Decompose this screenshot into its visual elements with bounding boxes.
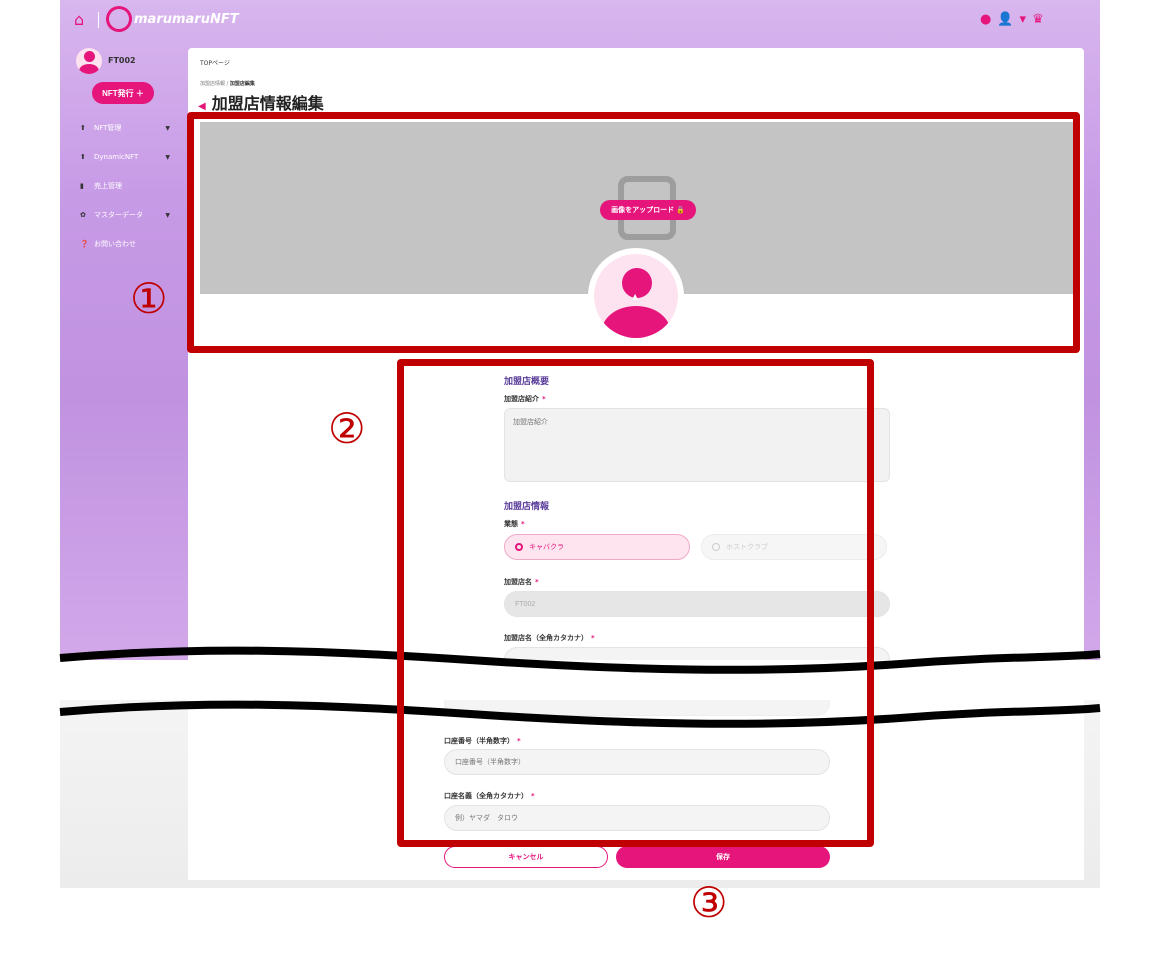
bell-icon[interactable]: ● [980,12,991,27]
sidebar-item-label: マスターデータ [94,211,143,219]
sidebar-item-contact[interactable]: ❓ お問い合わせ [80,237,170,251]
callout-number-3: ③ [690,878,728,927]
user-name: FT002 [108,56,136,65]
sidebar-item-nft[interactable]: ⬆ NFT管理 ▼ [80,121,170,135]
sidebar-item-dynamic-nft[interactable]: ⬆ DynamicNFT ▼ [80,150,170,164]
sidebar-item-label: お問い合わせ [94,240,136,248]
nft-issue-button[interactable]: NFT発行 ＋ [92,82,154,104]
user-icon[interactable]: 👤 [997,12,1013,27]
logo[interactable]: marumaruNFT [102,2,239,36]
cart-icon[interactable]: ♛ [1032,12,1044,27]
sidebar-item-label: DynamicNFT [94,153,139,161]
page-title: ◀ 加盟店情報編集 [198,90,324,114]
breadcrumb-item[interactable]: 加盟店情報 [200,81,225,87]
sidebar-item-label: NFT管理 [94,124,122,132]
chevron-down-icon: ▼ [165,211,170,219]
breadcrumb: 加盟店情報 / 加盟店編集 [200,81,255,87]
logo-text: marumaruNFT [134,11,239,27]
callout-frame-2 [397,359,874,847]
help-icon: ❓ [80,240,89,248]
pin-icon: ⬆ [80,153,86,161]
header-divider [98,12,99,28]
home-icon[interactable]: ⌂ [74,12,92,28]
pin-icon: ⬆ [80,124,86,132]
callout-number-2: ② [328,404,366,453]
page-title-text: 加盟店情報編集 [211,94,324,113]
back-arrow-icon[interactable]: ◀ [198,101,206,112]
callout-frame-1 [187,112,1080,353]
sidebar-item-master-data[interactable]: ✿ マスターデータ ▼ [80,208,170,222]
avatar[interactable] [76,48,102,74]
breadcrumb-item-current: 加盟店編集 [229,81,255,87]
chevron-down-icon: ▼ [165,124,170,132]
callout-number-1: ① [130,274,168,323]
cancel-button[interactable]: キャンセル [444,846,608,868]
top-page-link[interactable]: TOPページ [200,58,230,67]
header-icons: ● 👤 ▾ ♛ [980,12,1044,27]
gear-icon: ✿ [80,211,86,219]
heart-logo-icon [102,2,136,36]
bar-chart-icon: ▮ [80,182,84,190]
chevron-down-icon: ▼ [165,153,170,161]
sidebar-item-sales[interactable]: ▮ 売上管理 [80,179,170,193]
save-button[interactable]: 保存 [616,846,830,868]
sidebar-item-label: 売上管理 [94,182,122,190]
chevron-down-icon[interactable]: ▾ [1020,12,1027,27]
